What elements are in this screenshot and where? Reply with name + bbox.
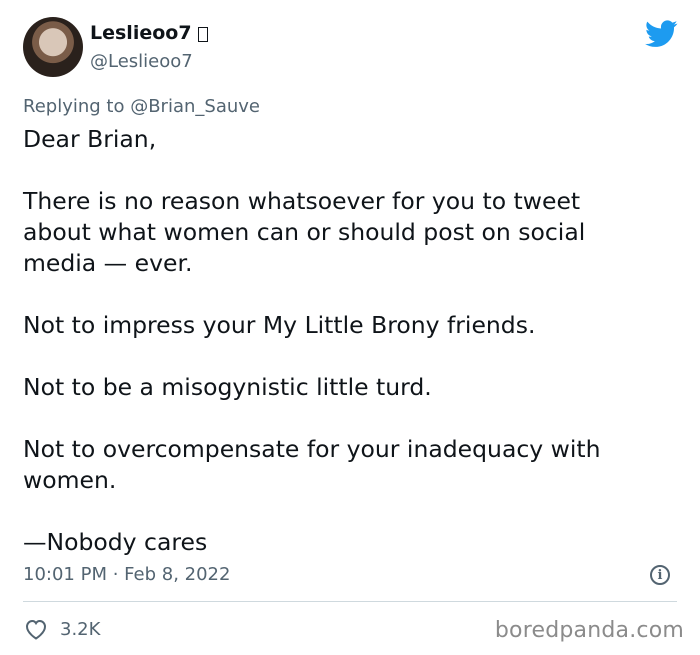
paragraph-2: Not to impress your My Little Brony frie… [23, 311, 536, 339]
replying-prefix: Replying to [23, 96, 131, 117]
handle[interactable]: @Leslieoo7 [90, 51, 193, 72]
heart-icon [25, 619, 47, 640]
twitter-bird-icon[interactable] [645, 20, 678, 48]
signoff: —Nobody cares [23, 528, 208, 556]
replying-to: Replying to @Brian_Sauve [23, 96, 260, 117]
meta-separator: · [106, 564, 125, 585]
display-name[interactable]: Leslieoo7 [90, 22, 192, 44]
tweet-body: Dear Brian, There is no reason whatsoeve… [23, 124, 673, 558]
tweet-time: 10:01 PM [23, 564, 107, 585]
replying-to-link[interactable]: @Brian_Sauve [130, 96, 260, 117]
info-icon[interactable]: i [650, 565, 670, 585]
greeting: Dear Brian, [23, 125, 157, 153]
avatar[interactable] [23, 17, 83, 77]
like-count: 3.2K [60, 618, 101, 640]
paragraph-1-line-3: media — ever. [23, 249, 193, 277]
divider [23, 601, 677, 602]
author-name-row: Leslieoo7 [90, 22, 208, 44]
watermark: boredpanda.com [494, 618, 684, 643]
tweet-timestamp[interactable]: 10:01 PM · Feb 8, 2022 [23, 564, 230, 585]
paragraph-1-line-1: There is no reason whatsoever for you to… [23, 187, 581, 215]
paragraph-3: Not to be a misogynistic little turd. [23, 373, 432, 401]
paragraph-4-line-2: women. [23, 466, 117, 494]
paragraph-4-line-1: Not to overcompensate for your inadequac… [23, 435, 601, 463]
like-button[interactable]: 3.2K [24, 618, 100, 640]
tweet-date: Feb 8, 2022 [124, 564, 231, 585]
missing-glyph-icon [197, 26, 208, 42]
paragraph-1-line-2: about what women can or should post on s… [23, 218, 586, 246]
